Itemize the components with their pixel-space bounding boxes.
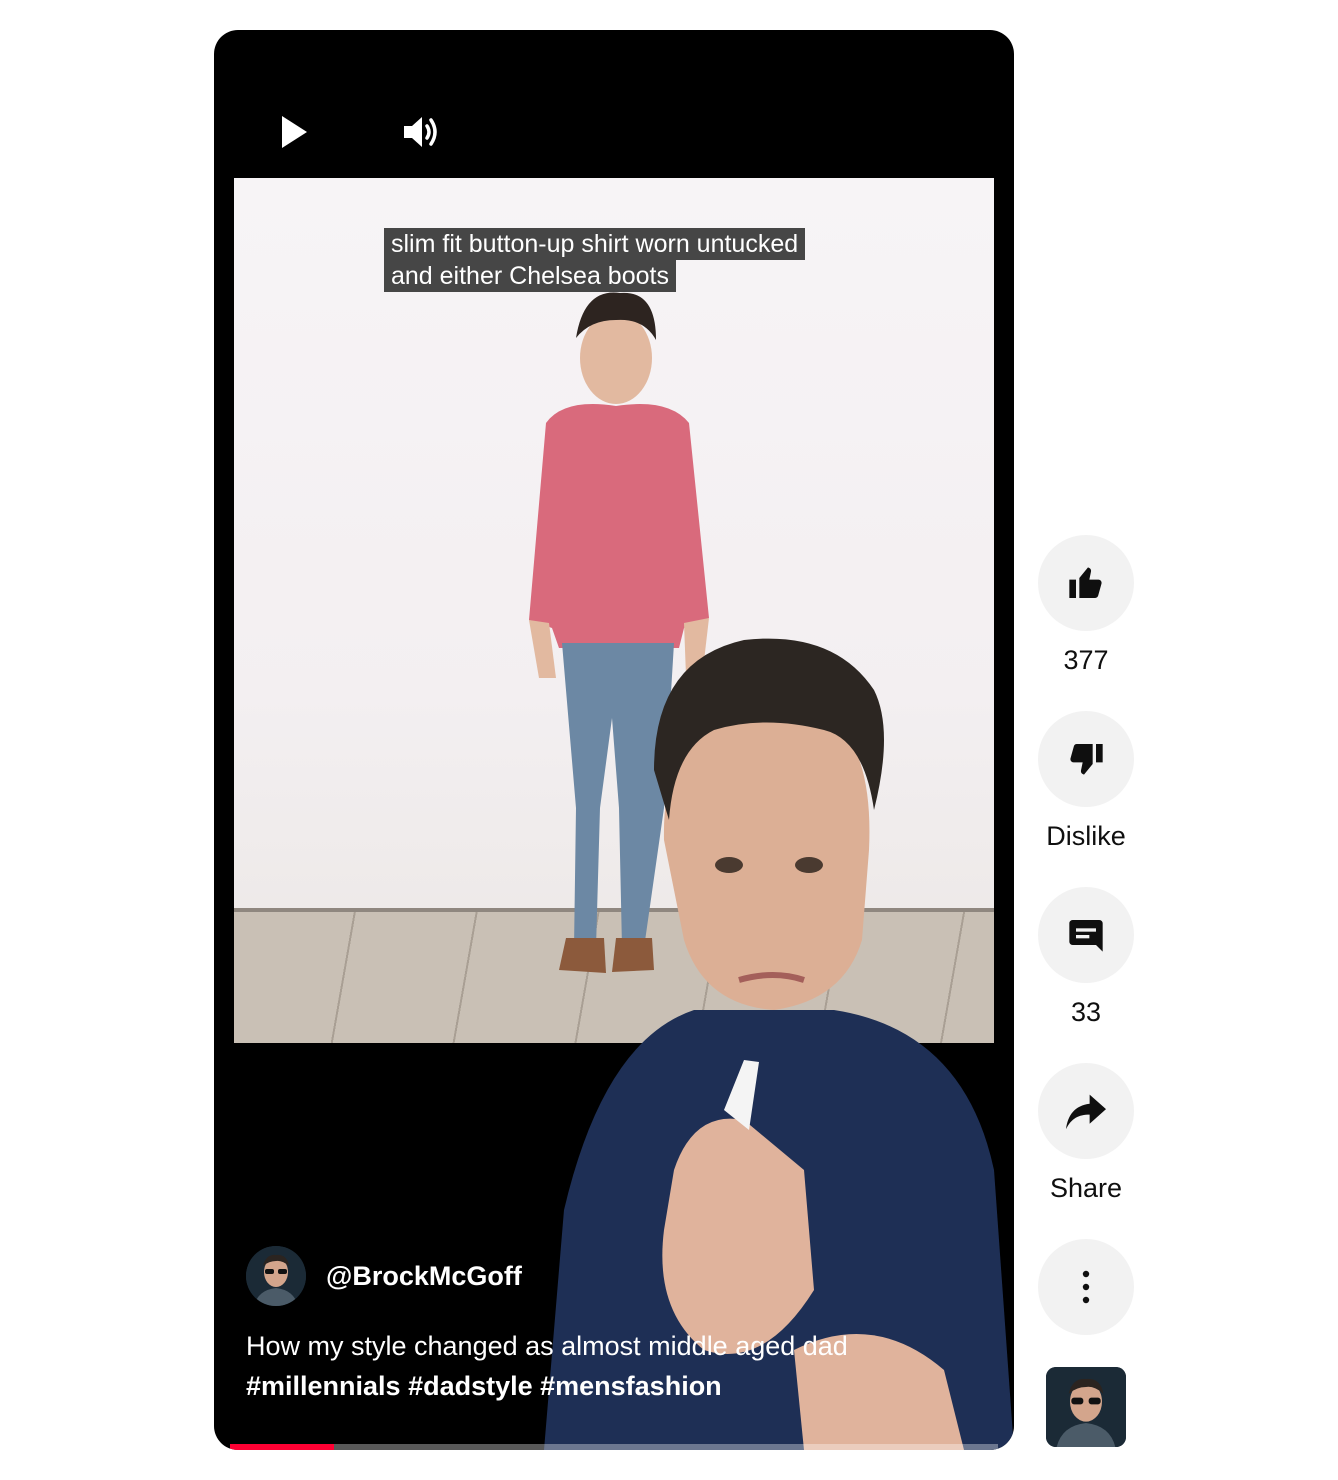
comments-action: 33	[1038, 887, 1134, 1028]
caption-line-2: and either Chelsea boots	[384, 260, 676, 292]
comment-icon	[1069, 920, 1103, 952]
progress-bar-fill	[230, 1444, 334, 1450]
share-icon	[1066, 1094, 1106, 1130]
comment-count: 33	[1070, 997, 1102, 1027]
dislike-action: Dislike	[1038, 711, 1134, 852]
like-count: 377	[1063, 645, 1109, 675]
dislike-button[interactable]	[1038, 711, 1134, 807]
video-hashtags[interactable]: #millennials #dadstyle #mensfashion	[246, 1366, 722, 1406]
play-icon	[282, 116, 307, 148]
channel-avatar[interactable]	[246, 1246, 306, 1306]
more-action	[1038, 1239, 1134, 1335]
volume-button[interactable]	[392, 102, 452, 162]
more-options-button[interactable]	[1038, 1239, 1134, 1335]
avatar-image	[246, 1246, 306, 1306]
channel-handle[interactable]: @BrockMcGoff	[326, 1261, 522, 1292]
like-action: 377	[1038, 535, 1134, 676]
video-title[interactable]: How my style changed as almost middle ag…	[246, 1326, 848, 1366]
share-button[interactable]	[1038, 1063, 1134, 1159]
more-vertical-icon	[1082, 1270, 1090, 1304]
thumbs-up-icon	[1069, 567, 1102, 598]
caption-line-1: slim fit button-up shirt worn untucked	[384, 228, 806, 260]
share-action: Share	[1038, 1063, 1134, 1204]
channel-thumbnail-image	[1046, 1367, 1126, 1447]
play-button[interactable]	[264, 102, 324, 162]
presenter-image	[544, 638, 1014, 1450]
comments-button[interactable]	[1038, 887, 1134, 983]
volume-icon	[404, 117, 437, 147]
video-caption: slim fit button-up shirt worn untucked a…	[384, 228, 806, 292]
channel-thumbnail[interactable]	[1046, 1367, 1126, 1447]
shorts-player[interactable]: slim fit button-up shirt worn untucked a…	[214, 30, 1014, 1450]
like-button[interactable]	[1038, 535, 1134, 631]
thumbs-down-icon	[1070, 744, 1103, 775]
progress-bar[interactable]	[230, 1444, 998, 1450]
dislike-label: Dislike	[1046, 821, 1126, 851]
channel-row[interactable]: @BrockMcGoff	[246, 1246, 522, 1306]
share-label: Share	[1049, 1173, 1123, 1203]
